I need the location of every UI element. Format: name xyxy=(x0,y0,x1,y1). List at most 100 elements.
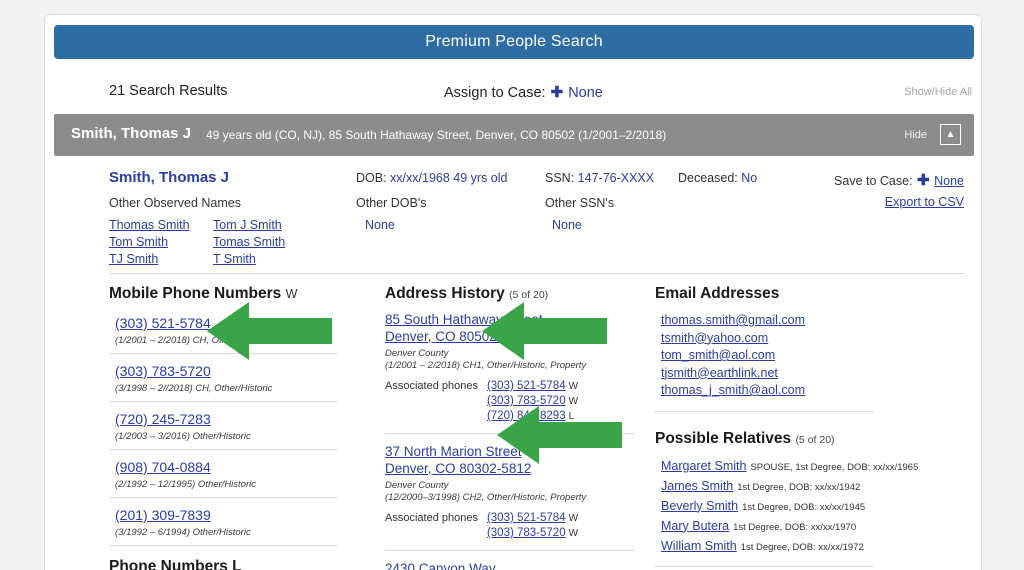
address-entry: 37 North Marion Street Denver, CO 80302-… xyxy=(385,444,635,551)
alias-item[interactable]: T Smith xyxy=(213,251,317,268)
associated-phone-number[interactable]: (303) 521-5784 xyxy=(487,380,566,392)
person-name[interactable]: Smith, Thomas J xyxy=(109,169,229,186)
relative-name[interactable]: James Smith xyxy=(661,479,733,493)
plus-icon[interactable]: ✚ xyxy=(550,84,565,101)
address-history-count: (5 of 20) xyxy=(509,289,549,301)
emails-title-text: Email Addresses xyxy=(655,285,780,302)
other-dob-value: None xyxy=(365,218,395,232)
ssn-label: SSN: xyxy=(545,171,575,185)
address-line-2[interactable]: Denver, CO 80302-5812 xyxy=(385,461,635,478)
phone-meta: (2/1992 – 12/1995) Other/Historic xyxy=(115,479,256,490)
show-hide-all-link[interactable]: Show/Hide All xyxy=(904,86,972,98)
landline-phones-title: Phone Numbers L xyxy=(109,558,337,570)
address-county: Denver County xyxy=(385,348,449,359)
alias-item[interactable]: Tom J Smith xyxy=(213,217,317,234)
hide-label[interactable]: Hide xyxy=(904,129,927,141)
other-ssn-label: Other SSN's xyxy=(545,196,615,210)
dob-value: xx/xx/1968 49 yrs old xyxy=(390,171,508,185)
relative-meta: 1st Degree, DOB: xx/xx/1942 xyxy=(737,481,861,493)
phone-entry: (720) 245-7283 (1/2003 – 3/2016) Other/H… xyxy=(109,408,337,450)
relative-meta: SPOUSE, 1st Degree, DOB: xx/xx/1965 xyxy=(750,461,919,473)
address-line-1[interactable]: 85 South Hathaway Street xyxy=(385,312,635,329)
address-line-1[interactable]: 37 North Marion Street xyxy=(385,444,635,461)
relative-name[interactable]: Margaret Smith xyxy=(661,459,746,473)
relative-item: Margaret Smith SPOUSE, 1st Degree, DOB: x… xyxy=(661,457,918,477)
app-title-bar: Premium People Search xyxy=(54,25,974,59)
associated-phone-number[interactable]: (303) 783-5720 xyxy=(487,395,566,407)
landline-phones-suffix: L xyxy=(232,558,242,570)
emails-relatives-column: Email Addresses thomas.smith@gmail.com t… xyxy=(655,285,918,570)
associated-phone-number[interactable]: (720) 849-8293 xyxy=(487,410,566,422)
address-dates: (12/2000–3/1998) CH2, Other/Historic, Pr… xyxy=(385,492,587,503)
associated-phone-number[interactable]: (303) 783-5720 xyxy=(487,527,566,539)
collapse-up-icon[interactable]: ▲ xyxy=(940,124,961,145)
alias-item[interactable]: Thomas Smith xyxy=(109,217,213,234)
address-line-1[interactable]: 2430 Canyon Way xyxy=(385,561,635,570)
save-to-case-label: Save to Case: xyxy=(834,174,913,188)
relative-item: Beverly Smith 1st Degree, DOB: xx/xx/1945 xyxy=(661,497,880,517)
email-item[interactable]: tom_smith@aol.com xyxy=(661,347,880,365)
associated-phones: Associated phones (303) 521-5784 W (303) … xyxy=(385,379,635,424)
address-county: Denver County xyxy=(385,480,449,491)
email-item[interactable]: tjsmith@earthlink.net xyxy=(661,365,880,383)
phone-meta: (1/2003 – 3/2016) Other/Historic xyxy=(115,431,251,442)
other-ssn-value: None xyxy=(552,218,582,232)
ssn-value: 147-76-XXXX xyxy=(577,171,655,185)
phone-number[interactable]: (720) 245-7283 xyxy=(115,410,211,429)
person-header-name: Smith, Thomas J xyxy=(71,125,192,142)
associated-phone-number[interactable]: (303) 521-5784 xyxy=(487,512,566,524)
identity-summary: Smith, Thomas J Other Observed Names Tho… xyxy=(54,161,974,276)
associated-phones: Associated phones (303) 521-5784 W (303) … xyxy=(385,511,635,541)
email-item[interactable]: thomas.smith@gmail.com xyxy=(661,312,880,330)
dob-field: DOB: xx/xx/1968 49 yrs old xyxy=(356,171,507,185)
relative-item: Mary Butera 1st Degree, DOB: xx/xx/1970 xyxy=(661,517,880,537)
email-item[interactable]: thomas_j_smith@aol.com xyxy=(661,382,880,400)
email-item[interactable]: tsmith@yahoo.com xyxy=(661,330,880,348)
associated-phone-item: (303) 783-5720 W xyxy=(487,526,578,541)
other-observed-names-label: Other Observed Names xyxy=(109,196,241,210)
relative-name[interactable]: Beverly Smith xyxy=(661,499,738,513)
address-line-2[interactable]: Denver, CO 80502-7170 xyxy=(385,329,635,346)
relatives-title-text: Possible Relatives xyxy=(655,429,792,447)
other-dob-label: Other DOB's xyxy=(356,196,427,210)
export-to-csv-link[interactable]: Export to CSV xyxy=(885,195,964,209)
results-count: 21 Search Results xyxy=(109,83,228,99)
mobile-phones-title: Mobile Phone Numbers W xyxy=(109,285,337,303)
save-to-case[interactable]: Save to Case: ✚ None xyxy=(834,171,964,189)
address-dates: (1/2001 – 2/2018) CH1, Other/Historic, P… xyxy=(385,360,587,371)
associated-phones-label: Associated phones xyxy=(385,380,478,392)
app-title: Premium People Search xyxy=(425,33,603,50)
phone-number[interactable]: (908) 704-0884 xyxy=(115,458,211,477)
address-history-title-text: Address History xyxy=(385,285,505,302)
alias-column-1: Thomas Smith Tom Smith TJ Smith xyxy=(109,217,213,268)
associated-phone-type: L xyxy=(568,411,575,422)
associated-phone-type: W xyxy=(568,396,579,407)
relative-meta: 1st Degree, DOB: xx/xx/1972 xyxy=(740,541,864,553)
phone-number[interactable]: (303) 783-5720 xyxy=(115,362,211,381)
phone-number[interactable]: (303) 521-5784 xyxy=(115,314,211,333)
phone-entry: (303) 783-5720 (3/1998 – 2//2018) CH, Ot… xyxy=(109,360,337,402)
relative-name[interactable]: William Smith xyxy=(661,539,737,553)
phones-column: Mobile Phone Numbers W (303) 521-5784 (1… xyxy=(109,285,337,570)
phone-number[interactable]: (201) 309-7839 xyxy=(115,506,211,525)
person-header-detail: 49 years old (CO, NJ), 85 South Hathaway… xyxy=(206,128,667,142)
relative-item: William Smith 1st Degree, DOB: xx/xx/1972 xyxy=(661,537,880,557)
alias-column-2: Tom J Smith Tomas Smith T Smith xyxy=(213,217,317,268)
assign-to-case[interactable]: Assign to Case: ✚ None xyxy=(444,83,603,101)
plus-icon[interactable]: ✚ xyxy=(916,172,931,189)
phone-meta: (3/1992 – 6/1994) Other/Historic xyxy=(115,527,251,538)
results-toolbar: 21 Search Results Assign to Case: ✚ None… xyxy=(54,73,974,113)
relatives-list: Margaret Smith SPOUSE, 1st Degree, DOB: x… xyxy=(661,457,918,557)
save-to-case-value[interactable]: None xyxy=(934,174,964,188)
address-entry: 85 South Hathaway Street Denver, CO 8050… xyxy=(385,312,635,434)
address-history-title: Address History (5 of 20) xyxy=(385,285,635,303)
landline-phones-title-text: Phone Numbers xyxy=(109,558,228,570)
relative-name[interactable]: Mary Butera xyxy=(661,519,729,533)
phone-meta: (1/2001 – 2/2018) CH, Other/Historic xyxy=(115,335,270,346)
alias-item[interactable]: TJ Smith xyxy=(109,251,213,268)
associated-phones-list: (303) 521-5784 W (303) 783-5720 W xyxy=(487,511,578,541)
alias-item[interactable]: Tomas Smith xyxy=(213,234,317,251)
assign-to-case-value[interactable]: None xyxy=(568,85,603,101)
phone-meta: (3/1998 – 2//2018) CH, Other/Historic xyxy=(115,383,273,394)
alias-item[interactable]: Tom Smith xyxy=(109,234,213,251)
